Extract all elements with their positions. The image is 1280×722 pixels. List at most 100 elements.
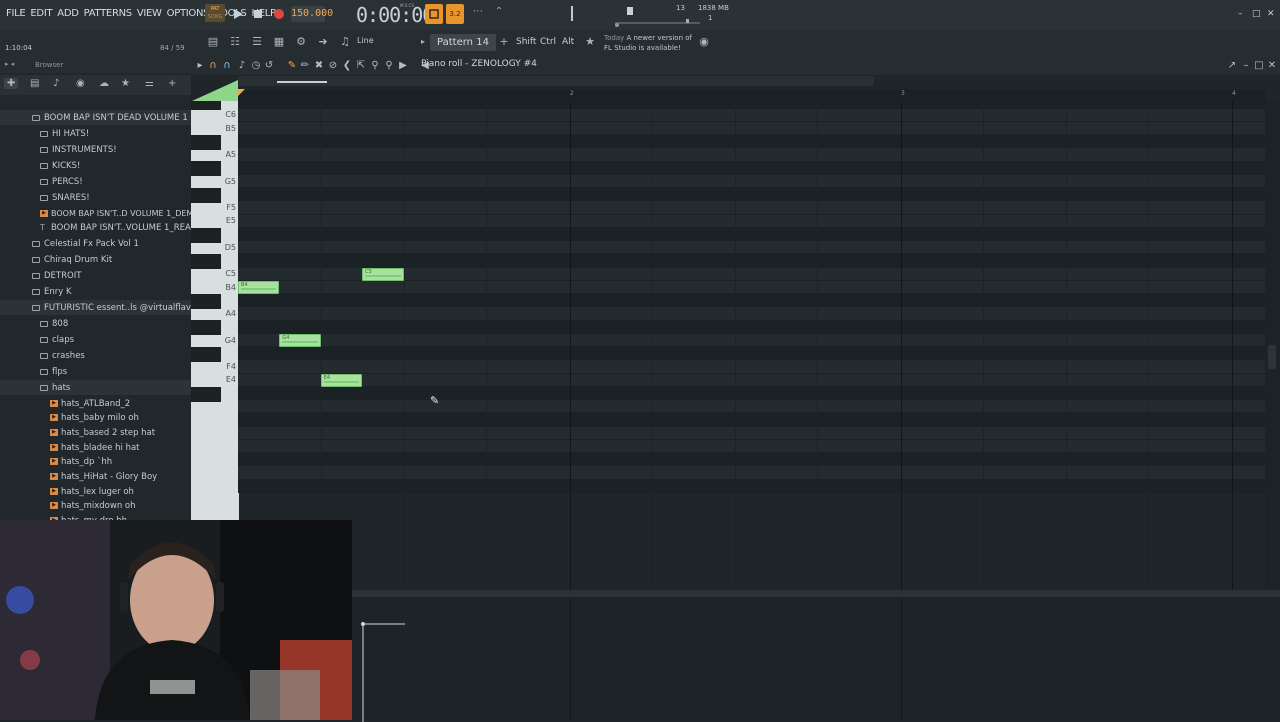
pat-song-toggle[interactable]: PAT SONG	[205, 4, 225, 22]
black-key[interactable]	[191, 254, 221, 269]
mixer-icon[interactable]: ▦	[271, 34, 287, 50]
magnifier-icon[interactable]: ⚲	[383, 60, 395, 71]
midi-note[interactable]: B4	[238, 281, 280, 294]
alt-button[interactable]: Alt	[562, 37, 574, 47]
browser-folder-item[interactable]: INSTRUMENTS!	[40, 143, 117, 157]
browser-file-item[interactable]: ▶ hats_ATLBand_2	[50, 397, 130, 411]
menu-file[interactable]: FILE	[6, 8, 26, 19]
black-key[interactable]	[191, 134, 221, 150]
black-key[interactable]	[191, 101, 221, 110]
pr-menu-arrow-icon[interactable]: ▸	[194, 60, 206, 71]
browser-folder-item[interactable]: Chiraq Drum Kit	[32, 253, 112, 267]
play-icon[interactable]	[231, 7, 245, 21]
menu-add[interactable]: ADD	[57, 8, 79, 19]
midi-note[interactable]: G4	[279, 334, 321, 347]
browser-plugin-icon[interactable]: ◉	[76, 78, 85, 89]
browser-cloud-icon[interactable]: ☁	[99, 78, 109, 89]
maximize-icon[interactable]: □	[1252, 9, 1261, 19]
news-panel[interactable]: Today A newer version of FL Studio is av…	[604, 33, 692, 53]
shift-button[interactable]: Shift	[516, 37, 536, 47]
pattern-prev-icon[interactable]: ▸	[415, 34, 431, 50]
menu-patterns[interactable]: PATTERNS	[84, 8, 133, 19]
browser-folder-item[interactable]: 808	[40, 317, 68, 331]
detach-icon[interactable]: ↗	[1226, 60, 1238, 71]
magnet-icon[interactable]: ∩	[207, 60, 219, 71]
menu-edit[interactable]: EDIT	[30, 8, 52, 19]
pencil-icon[interactable]: ✎	[286, 60, 298, 71]
vertical-scroll-thumb[interactable]	[1268, 345, 1276, 369]
browser-file-item[interactable]: ▶ hats_lex luger oh	[50, 485, 134, 499]
snap-line-select[interactable]: Line	[357, 36, 374, 45]
menu-options[interactable]: OPTIONS	[167, 8, 210, 19]
event-editor-splitter[interactable]	[238, 590, 1280, 597]
browser-file-item[interactable]: ▶ hats_bladee hi hat	[50, 441, 140, 455]
ctrl-button[interactable]: Ctrl	[540, 37, 556, 47]
playback-tool-icon[interactable]: ▶	[397, 60, 409, 71]
browser-folder-item[interactable]: FUTURISTIC essent..ls @virtualflavor	[32, 301, 200, 315]
browser-folder-item[interactable]: PERCS!	[40, 175, 83, 189]
brush-icon[interactable]: ✏	[299, 60, 311, 71]
pr-close-icon[interactable]: ✕	[1266, 60, 1278, 71]
browser-folder-item[interactable]: BOOM BAP ISN'T DEAD VOLUME 1	[32, 111, 188, 125]
midi-note[interactable]: C5	[362, 267, 404, 281]
stop-icon[interactable]	[251, 7, 265, 21]
step-mode-button[interactable]: 3.2	[446, 4, 464, 24]
zoom-tool-icon[interactable]: ⚲	[369, 60, 381, 71]
browser-folder-item[interactable]: Celestial Fx Pack Vol 1	[32, 237, 139, 251]
mute-tool-icon[interactable]: ⊘	[327, 60, 339, 71]
minimize-icon[interactable]: –	[1238, 9, 1243, 19]
browser-folder-item[interactable]: Enry K	[32, 285, 72, 299]
snap-icon[interactable]: ∩	[221, 60, 233, 71]
black-key[interactable]	[191, 187, 221, 203]
browser-folder-item[interactable]: hats	[40, 381, 70, 395]
piano-keyboard[interactable]: F6E6D6C6B5A5G5F5E5D5C5B4A4G4F4E4	[191, 101, 239, 520]
playlist-icon[interactable]: ▤	[205, 34, 221, 50]
globe-icon[interactable]: ◉	[696, 34, 712, 50]
browser-folder-item[interactable]: DETROIT	[32, 269, 81, 283]
black-key[interactable]	[191, 346, 221, 362]
black-key[interactable]	[191, 320, 221, 336]
menu-view[interactable]: VIEW	[137, 8, 162, 19]
countdown-icon[interactable]: ⌃	[490, 6, 508, 22]
browser-folder-item[interactable]: SNARES!	[40, 191, 90, 205]
browser-folder-item[interactable]: flps	[40, 365, 67, 379]
browser-file-item[interactable]: ▶ BOOM BAP ISN'T..D VOLUME 1_DEMO	[40, 207, 200, 221]
pr-loop-icon[interactable]: ↺	[263, 60, 275, 71]
browser-arrows-icon[interactable]: ▸ ◂	[5, 60, 14, 68]
slice-tool-icon[interactable]: ❮	[341, 60, 353, 71]
velocity-bar[interactable]	[353, 622, 413, 722]
browser-star-icon[interactable]: ★	[121, 78, 130, 89]
midi-note[interactable]: E4	[320, 373, 363, 387]
browser-folder-item[interactable]: claps	[40, 333, 74, 347]
browser-all-icon[interactable]: ✚	[4, 78, 19, 89]
news-icon[interactable]: ★	[582, 34, 598, 50]
pattern-selector[interactable]: Pattern 14	[430, 34, 496, 51]
metronome-button[interactable]	[425, 4, 443, 24]
select-tool-icon[interactable]: ⇱	[355, 60, 367, 71]
record-icon[interactable]	[272, 7, 286, 21]
browser-file-item[interactable]: ▶ hats_dp `hh	[50, 455, 112, 469]
black-key[interactable]	[191, 293, 221, 309]
browser-add-icon[interactable]: +	[168, 78, 176, 89]
event-editor[interactable]	[238, 597, 1280, 722]
browser-file-item[interactable]: ▶ hats_mixdown oh	[50, 499, 136, 513]
arrow-right-icon[interactable]: ➜	[315, 34, 331, 50]
pr-maximize-icon[interactable]: □	[1253, 60, 1265, 71]
black-key[interactable]	[191, 227, 221, 243]
black-key[interactable]	[191, 161, 221, 177]
plugin-icon[interactable]: ⚙	[293, 34, 309, 50]
wait-icon[interactable]: ⋯	[469, 6, 487, 22]
browser-file-item[interactable]: ▶ hats_HiHat - Glory Boy	[50, 470, 157, 484]
browser-speaker-icon[interactable]: ♪	[53, 78, 59, 89]
playhead-marker-icon[interactable]	[238, 89, 246, 99]
browser-folder-item[interactable]: HI HATS!	[40, 127, 89, 141]
browser-file-item[interactable]: ▶ hats_based 2 step hat	[50, 426, 155, 440]
delete-tool-icon[interactable]: ✖	[313, 60, 325, 71]
piano-roll-icon[interactable]: ☷	[227, 34, 243, 50]
tempo-display[interactable]: 150.000	[291, 6, 333, 22]
add-pattern-icon[interactable]: +	[496, 34, 512, 50]
microphone-icon[interactable]: ♫	[337, 34, 353, 50]
pr-note-icon[interactable]: ♪	[236, 60, 248, 71]
black-key[interactable]	[191, 386, 221, 402]
note-grid[interactable]: B4 G4 E4 C5	[238, 101, 1265, 590]
